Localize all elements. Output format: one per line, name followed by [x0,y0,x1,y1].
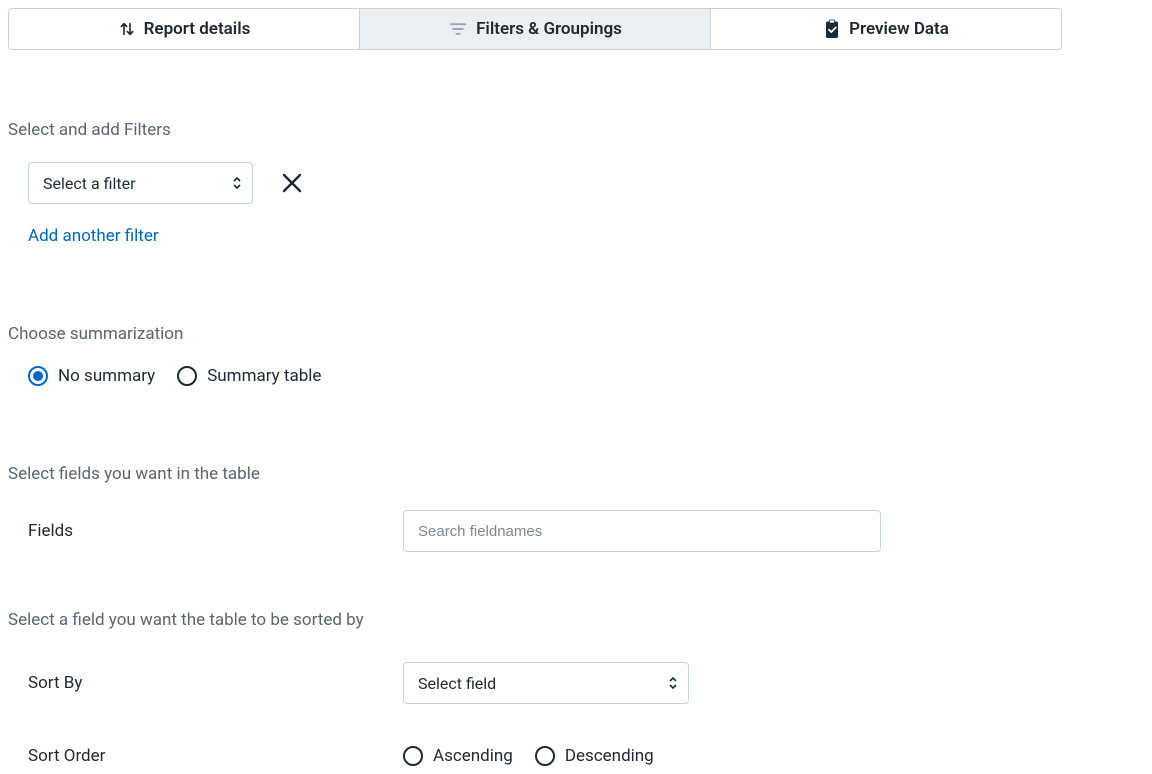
select-arrows-icon [232,176,242,190]
fields-section: Select fields you want in the table Fiel… [8,464,1144,552]
radio-ascending-label: Ascending [433,746,513,766]
sort-by-row: Sort By Select field [28,662,1144,704]
fields-row: Fields [28,510,1144,552]
sort-section: Select a field you want the table to be … [8,610,1144,766]
sort-order-row: Sort Order Ascending Descending [28,746,1144,766]
radio-no-summary-label: No summary [58,366,155,386]
sort-by-select[interactable]: Select field [403,662,689,704]
filter-icon [448,21,468,37]
tab-filters-groupings-label: Filters & Groupings [476,19,622,39]
tab-report-details[interactable]: Report details [9,9,360,49]
fields-label: Fields [28,521,403,541]
summarization-heading: Choose summarization [8,324,1144,344]
radio-no-summary[interactable]: No summary [28,366,155,386]
sort-by-label: Sort By [28,673,403,693]
radio-descending[interactable]: Descending [535,746,654,766]
sort-heading: Select a field you want the table to be … [8,610,1144,630]
fields-heading: Select fields you want in the table [8,464,1144,484]
radio-unchecked-icon [177,366,197,386]
radio-descending-label: Descending [565,746,654,766]
select-arrows-icon [668,676,678,690]
radio-summary-table-label: Summary table [207,366,321,386]
sort-order-radio-group: Ascending Descending [403,746,654,766]
filter-select[interactable]: Select a filter [28,162,253,204]
filter-row: Select a filter [28,162,1144,204]
tabs-container: Report details Filters & Groupings Previ… [8,8,1062,50]
radio-summary-table[interactable]: Summary table [177,366,321,386]
radio-unchecked-icon [535,746,555,766]
sort-arrows-icon [118,20,136,38]
sort-order-label: Sort Order [28,746,403,766]
sort-by-select-value: Select field [418,674,496,693]
radio-unchecked-icon [403,746,423,766]
remove-filter-icon[interactable] [281,172,303,194]
summarization-section: Choose summarization No summary Summary … [8,324,1144,386]
tab-preview-data[interactable]: Preview Data [711,9,1061,49]
tab-filters-groupings[interactable]: Filters & Groupings [360,9,711,49]
filter-select-value: Select a filter [43,174,136,193]
filters-heading: Select and add Filters [8,120,1144,140]
search-fieldnames-input[interactable] [403,510,881,552]
add-another-filter-link[interactable]: Add another filter [28,226,1144,246]
filters-section: Select and add Filters Select a filter A… [8,120,1144,246]
radio-ascending[interactable]: Ascending [403,746,513,766]
tab-report-details-label: Report details [144,19,251,39]
summarization-radio-group: No summary Summary table [28,366,1144,386]
tab-preview-data-label: Preview Data [849,19,949,39]
radio-checked-icon [28,366,48,386]
clipboard-check-icon [823,19,841,39]
